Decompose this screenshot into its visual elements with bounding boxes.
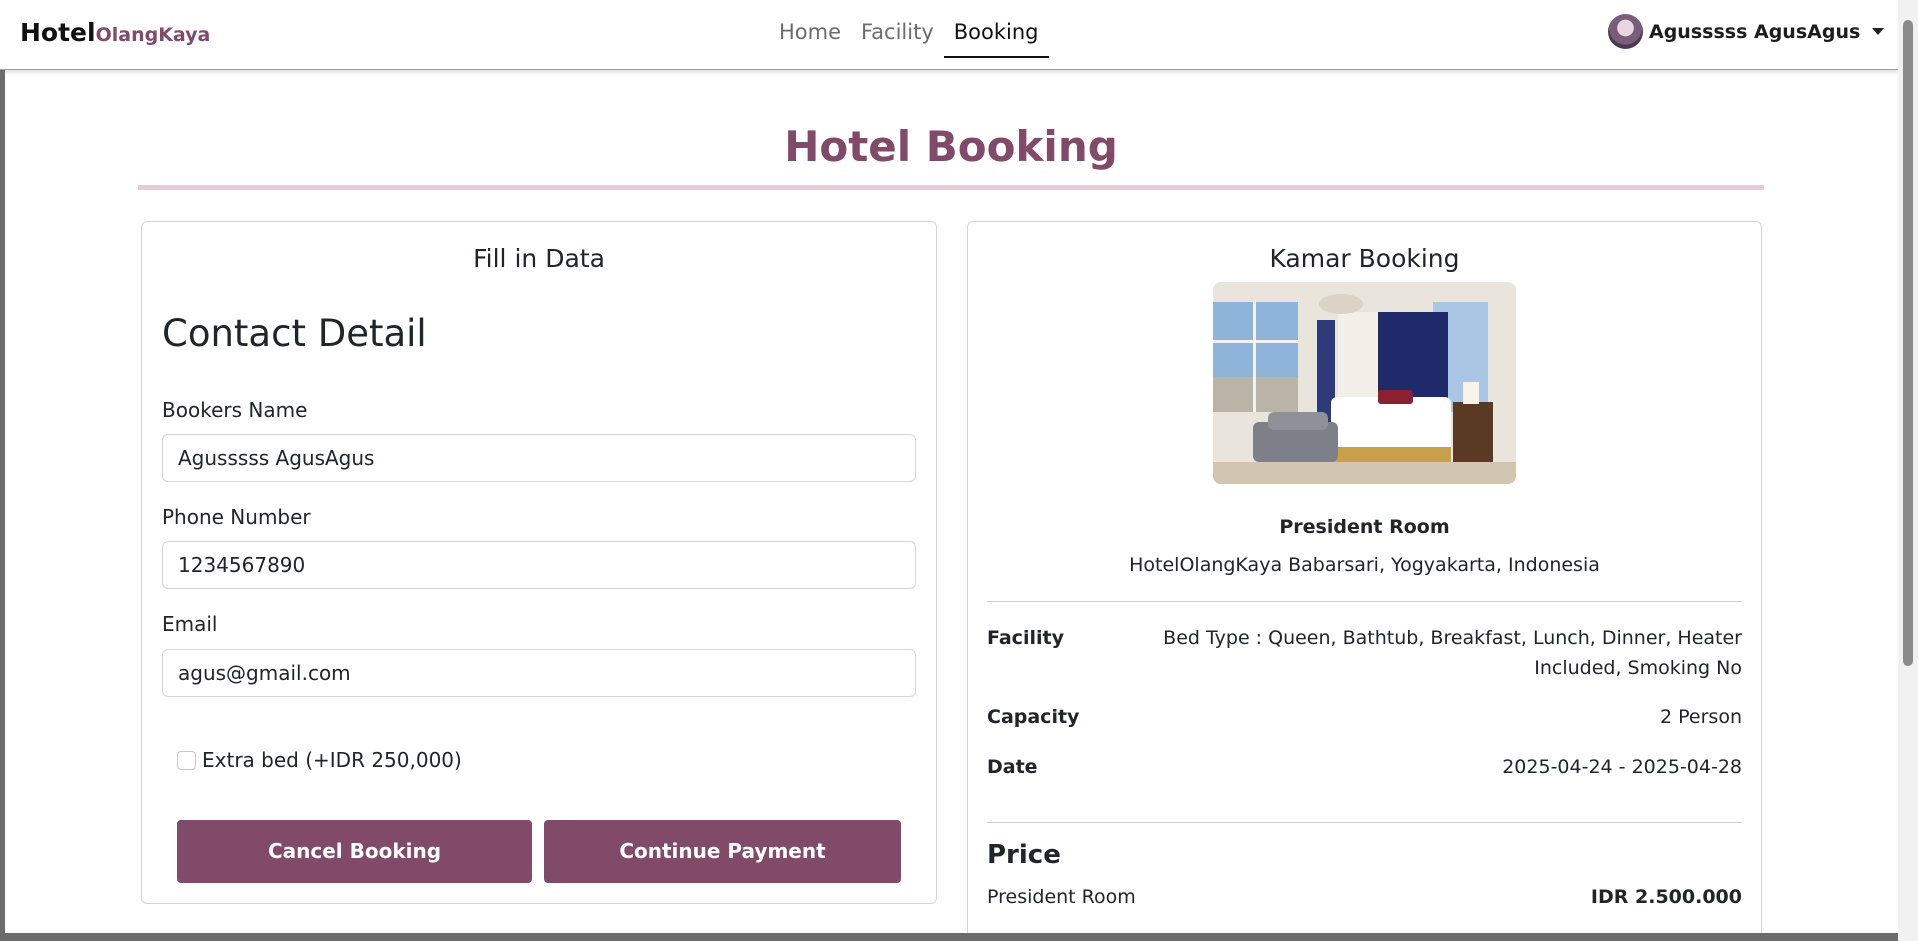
chevron-down-icon[interactable] xyxy=(1872,28,1885,35)
avatar xyxy=(1608,14,1643,49)
email-label: Email xyxy=(162,612,218,636)
phone-number-input[interactable] xyxy=(162,541,916,589)
email-input[interactable] xyxy=(162,649,916,697)
facility-value-line2: Included, Smoking No xyxy=(1534,657,1742,679)
browser-viewport: HotelOlangKaya Home Facility Booking Agu… xyxy=(0,0,1898,937)
price-title: Price xyxy=(987,840,1061,870)
contact-detail-title: Contact Detail xyxy=(162,312,427,355)
date-value: 2025-04-24 - 2025-04-28 xyxy=(1502,756,1742,778)
page-title: Hotel Booking xyxy=(784,122,1118,171)
fill-data-card: Fill in Data Contact Detail Bookers Name… xyxy=(141,221,937,904)
capacity-value: 2 Person xyxy=(1660,706,1742,728)
brand-logo[interactable]: HotelOlangKaya xyxy=(20,18,210,47)
room-booking-heading: Kamar Booking xyxy=(1269,244,1460,273)
price-item-amount: IDR 2.500.000 xyxy=(1590,886,1742,908)
nav-links: Home Facility Booking xyxy=(769,0,1049,70)
facility-value-line1: Bed Type : Queen, Bathtub, Breakfast, Lu… xyxy=(1163,627,1742,649)
title-divider xyxy=(138,185,1764,190)
extra-bed-checkbox[interactable] xyxy=(177,750,196,770)
divider xyxy=(987,601,1742,602)
user-menu[interactable]: Agusssss AgusAgus xyxy=(1608,14,1885,49)
bookers-name-label: Bookers Name xyxy=(162,398,308,422)
brand-main-text: Hotel xyxy=(20,18,96,47)
nav-link-home[interactable]: Home xyxy=(769,0,851,58)
bookers-name-input[interactable] xyxy=(162,434,916,482)
capacity-label: Capacity xyxy=(987,706,1080,728)
continue-payment-button[interactable]: Continue Payment xyxy=(544,820,901,883)
scrollbar-thumb[interactable] xyxy=(1903,20,1913,666)
fill-data-heading: Fill in Data xyxy=(473,244,605,273)
user-name: Agusssss AgusAgus xyxy=(1649,20,1861,43)
facility-label: Facility xyxy=(987,627,1064,649)
window-edge xyxy=(0,70,5,937)
nav-link-facility[interactable]: Facility xyxy=(851,0,944,58)
cancel-booking-button[interactable]: Cancel Booking xyxy=(177,820,532,883)
room-booking-card: Kamar Booking President Room HotelOlangK… xyxy=(967,221,1762,937)
price-item-name: President Room xyxy=(987,886,1136,908)
extra-bed-label: Extra bed (+IDR 250,000) xyxy=(202,748,462,772)
room-location: HotelOlangKaya Babarsari, Yogyakarta, In… xyxy=(1129,554,1600,576)
room-name: President Room xyxy=(1279,516,1450,538)
date-label: Date xyxy=(987,756,1038,778)
extra-bed-option[interactable]: Extra bed (+IDR 250,000) xyxy=(177,748,462,772)
window-edge xyxy=(0,933,1898,937)
phone-number-label: Phone Number xyxy=(162,505,311,529)
brand-sub-text: OlangKaya xyxy=(95,24,211,46)
room-photo xyxy=(1213,282,1516,484)
vertical-scrollbar[interactable] xyxy=(1898,0,1918,941)
divider xyxy=(987,822,1742,823)
top-navbar: HotelOlangKaya Home Facility Booking Agu… xyxy=(0,0,1898,70)
nav-link-booking[interactable]: Booking xyxy=(943,0,1049,58)
